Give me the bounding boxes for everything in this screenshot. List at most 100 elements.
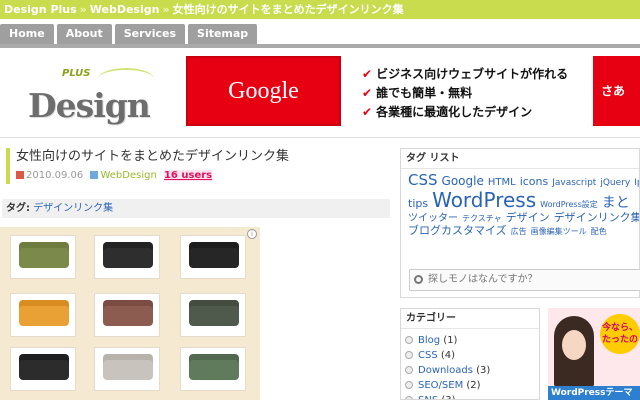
tag-cloud-link[interactable]: icons <box>520 175 549 188</box>
logo-word: Design <box>28 86 151 125</box>
tag-cloud-link[interactable]: WordPress <box>432 188 536 212</box>
sofa-product-thumb[interactable] <box>180 347 246 391</box>
bullet-icon <box>405 351 413 359</box>
tag-cloud-link[interactable]: 配色 <box>591 227 607 236</box>
header-divider <box>0 137 640 138</box>
category-name[interactable]: SEO/SEM <box>418 380 466 391</box>
tag-list-widget: タグ リスト CSS Google HTML icons Javascript jQuer… <box>400 148 640 298</box>
sofa-product-thumb[interactable] <box>94 235 160 279</box>
category-item[interactable]: Blog (1) <box>405 333 539 348</box>
tag-cloud-link[interactable]: CSS <box>408 171 438 189</box>
tag-cloud-link[interactable]: HTML <box>488 177 516 188</box>
logo-plus-text: PLUS <box>62 68 91 79</box>
breadcrumb-category-link[interactable]: WebDesign <box>90 3 160 16</box>
sofa-product-thumb[interactable] <box>180 293 246 337</box>
category-item[interactable]: CSS (4) <box>405 348 539 363</box>
check-icon: ✔ <box>362 86 373 100</box>
ad-feature-list: ✔ ビジネス向けウェブサイトが作れる ✔ 誰でも簡単・無料 ✔ 各業種に最適化したデザ… <box>362 65 568 122</box>
tag-link[interactable]: デザインリンク集 <box>33 203 113 214</box>
sofa-product-thumb[interactable] <box>94 347 160 391</box>
category-item[interactable]: Downloads (3) <box>405 363 539 378</box>
tag-cloud-link[interactable]: Ip <box>634 178 639 188</box>
tag-cloud-row: CSS Google HTML iconsJavascript jQuery Ip <box>408 171 639 189</box>
ad-feature-item: ✔ ビジネス向けウェブサイトが作れる <box>362 67 569 81</box>
sofa-seat <box>103 248 153 268</box>
tag-cloud-link[interactable]: ツイッター <box>408 213 458 224</box>
search-input[interactable]: 探しモノはなんですか？ <box>409 269 640 291</box>
category-count: (3) <box>441 395 455 399</box>
category-name[interactable]: CSS <box>418 350 441 361</box>
tag-cloud-link[interactable]: ブログカスタマイズ <box>408 224 507 237</box>
check-icon: ✔ <box>362 105 373 119</box>
sofa-seat <box>19 306 69 326</box>
bullet-icon <box>405 381 413 389</box>
folder-icon <box>90 171 99 179</box>
sofa-product-thumb[interactable] <box>10 235 76 279</box>
tag-cloud-link[interactable]: WordPress設定 <box>540 200 598 209</box>
nav-tab-sitemap[interactable]: Sitemap <box>188 24 258 44</box>
category-name[interactable]: Blog <box>418 335 443 346</box>
tag-cloud-link[interactable]: jQuery <box>600 178 630 188</box>
sofa-product-thumb[interactable] <box>10 293 76 337</box>
tag-cloud-link[interactable]: Javascript <box>552 178 596 188</box>
hatena-users-badge[interactable]: 16 users <box>163 170 213 181</box>
sofa-product-thumb[interactable] <box>94 293 160 337</box>
tag-label: タグ: <box>6 203 30 214</box>
category-item[interactable]: SNS (3) <box>405 393 539 399</box>
tag-cloud-link[interactable]: 画像編集ツール <box>531 227 587 236</box>
tag-cloud-link[interactable]: テクスチャ <box>462 214 502 223</box>
bullet-icon <box>405 366 413 374</box>
post-date: 2010.09.06 <box>26 170 84 181</box>
post-category-link[interactable]: WebDesign <box>100 170 156 181</box>
breadcrumb-current: 女性向けのサイトをまとめたデザインリンク集 <box>172 3 404 16</box>
promo-strip: WordPressテーマ <box>548 386 640 400</box>
category-count: (4) <box>440 350 456 361</box>
nav-tab-about[interactable]: About <box>56 24 112 44</box>
nav-tab-home[interactable]: Home <box>0 24 54 44</box>
tag-cloud: CSSGoogleHTMLiconsJavascriptjQueryIptips… <box>401 169 639 261</box>
category-item[interactable]: SEO/SEM (2) <box>405 378 539 393</box>
google-logo: Google <box>228 77 299 104</box>
category-name[interactable]: SNS <box>418 395 441 399</box>
category-name[interactable]: Downloads <box>418 365 476 376</box>
wordpress-theme-banner[interactable]: 今なら、たったの WordPressテーマ <box>548 308 640 400</box>
sofa-ad[interactable]: i <box>0 227 260 400</box>
sofa-seat <box>19 248 69 268</box>
ad-feature-item: ✔ 各業種に最適化したデザイン <box>362 105 533 119</box>
sofa-seat <box>19 360 69 380</box>
tag-cloud-link[interactable]: tips <box>408 197 428 210</box>
breadcrumb-site-link[interactable]: Design Plus <box>4 3 77 16</box>
tag-cloud-link[interactable]: デザイン <box>506 211 550 224</box>
ad-cta-box[interactable]: さあ <box>593 56 640 126</box>
search-placeholder: 探しモノはなんですか？ <box>428 274 538 285</box>
tag-cloud-link[interactable]: デザインリンク集 <box>554 211 639 224</box>
tag-cloud-link[interactable]: Google <box>442 174 484 188</box>
post-title[interactable]: 女性向けのサイトをまとめたデザインリンク集 <box>16 148 390 166</box>
ad-cta-text: さあ <box>601 84 626 98</box>
sofa-seat <box>189 248 239 268</box>
bullet-icon <box>405 396 413 399</box>
sofa-product-thumb[interactable] <box>180 235 246 279</box>
sofa-product-thumb[interactable] <box>10 347 76 391</box>
category-widget: カテゴリー Blog (1) CSS (4) Downloads (3) SEO/SE… <box>400 308 540 400</box>
ad-info-icon[interactable]: i <box>247 229 257 239</box>
main-nav: Home About Services Sitemap <box>0 24 258 44</box>
breadcrumb-separator: » <box>162 3 170 16</box>
nav-tab-services[interactable]: Services <box>114 24 186 44</box>
google-ad-banner[interactable]: Google ✔ ビジネス向けウェブサイトが作れる ✔ 誰でも簡単・無料 ✔ 各業種に… <box>186 56 586 126</box>
sofa-seat <box>189 360 239 380</box>
post-tags: タグ: デザインリンク集 <box>2 199 390 218</box>
category-list: Blog (1)CSS (4)Downloads (3)SEO/SEM (2)S… <box>401 329 539 399</box>
post-header: 女性向けのサイトをまとめたデザインリンク集 2010.09.06 WebDesi… <box>6 148 390 184</box>
tag-list-heading: タグ リスト <box>401 149 639 169</box>
tag-cloud-row: tips WordPress WordPress設定 まと <box>408 189 632 212</box>
breadcrumb-separator: » <box>79 3 87 16</box>
site-logo[interactable]: PLUS Design <box>22 64 158 128</box>
category-count: (3) <box>476 365 491 376</box>
check-icon: ✔ <box>362 67 373 81</box>
category-heading: カテゴリー <box>401 309 539 329</box>
tag-cloud-row: ブログカスタマイズ 広告 画像編集ツール 配色 <box>408 224 632 238</box>
post-meta: 2010.09.06 WebDesign 16 users <box>16 169 390 183</box>
tag-cloud-link[interactable]: 広告 <box>511 227 527 236</box>
tag-cloud-link[interactable]: まと <box>602 195 630 211</box>
